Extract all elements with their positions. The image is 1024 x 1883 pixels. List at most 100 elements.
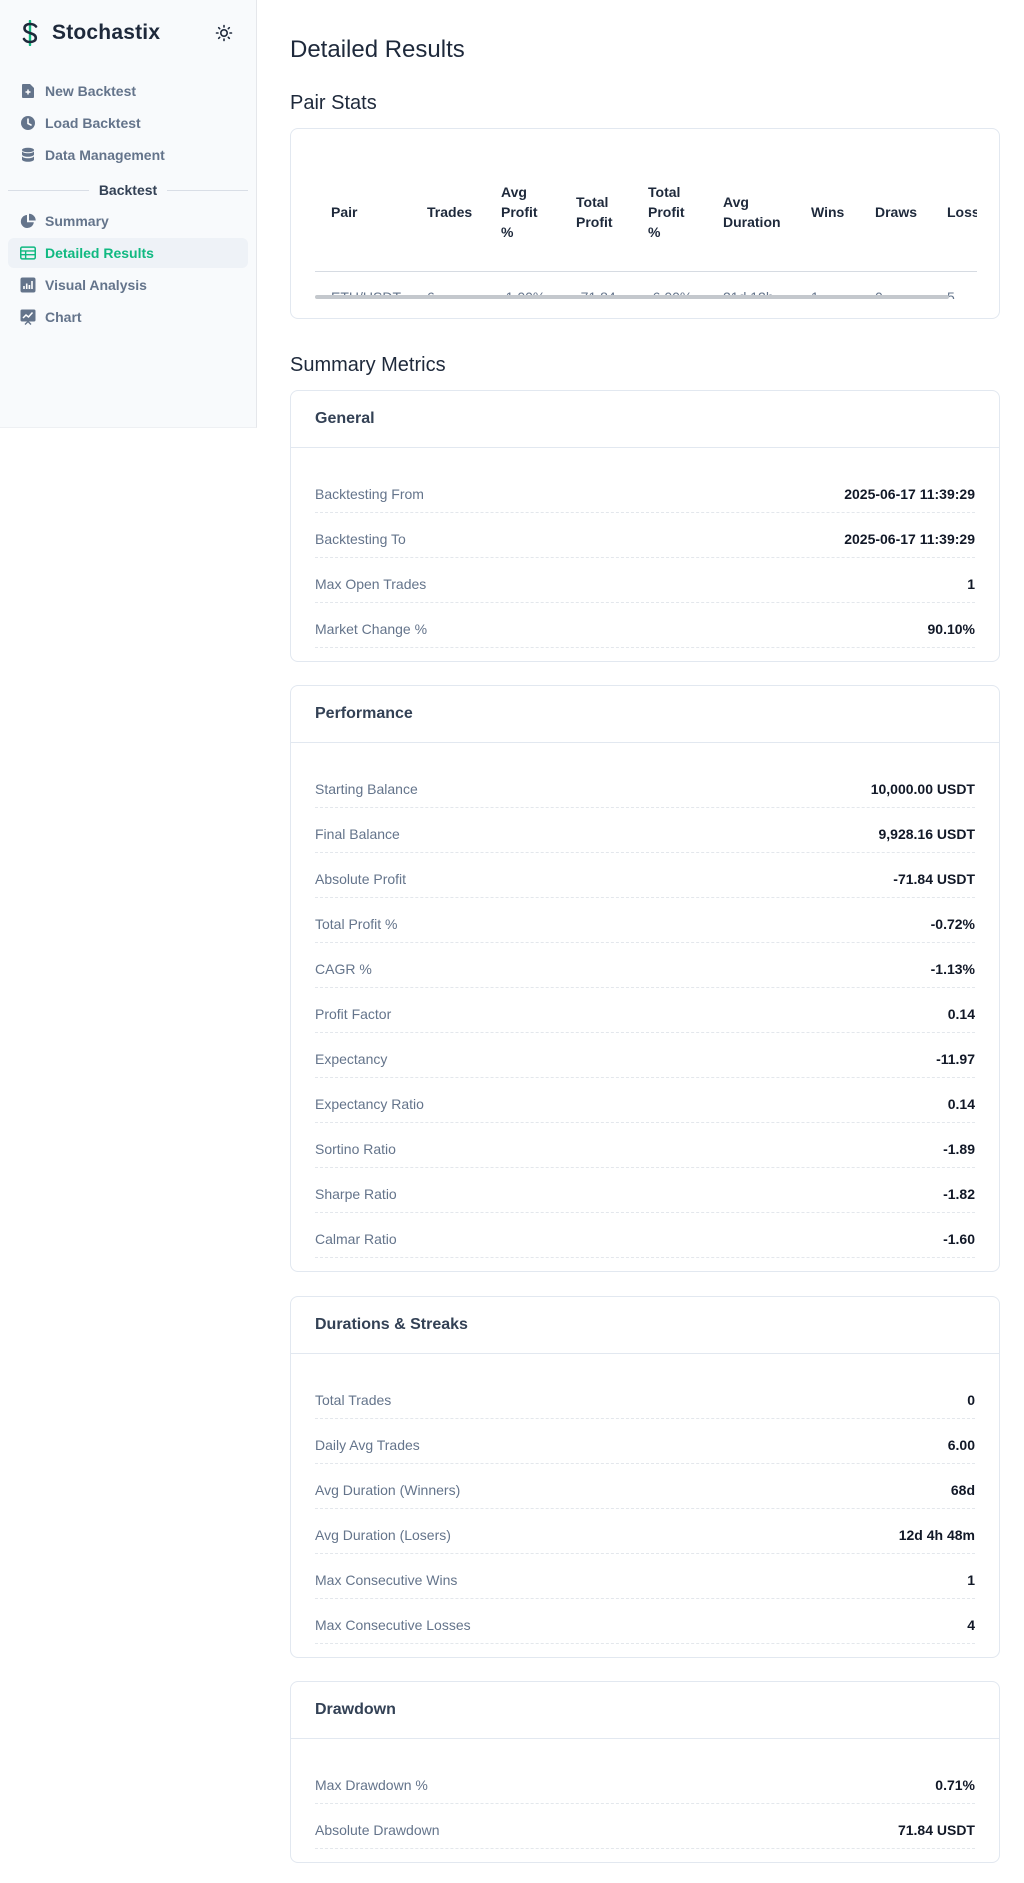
metric-label: Backtesting To [315, 531, 406, 547]
column-header[interactable]: Avg Profit % [485, 153, 560, 272]
bar-chart-icon [20, 277, 36, 293]
horizontal-scrollbar[interactable] [315, 295, 949, 299]
metric-label: Daily Avg Trades [315, 1437, 420, 1453]
divider-line [8, 189, 89, 191]
pie-chart-icon [20, 213, 36, 229]
metric-label: Sharpe Ratio [315, 1186, 397, 1202]
sidebar-item-load-backtest[interactable]: Load Backtest [8, 108, 248, 138]
column-header[interactable]: Draws [859, 153, 931, 272]
metric-value: 0.14 [947, 1096, 975, 1112]
metric-value: -1.13% [930, 961, 975, 977]
sidebar-item-label: Chart [45, 309, 82, 325]
metric-row: Avg Duration (Losers) 12d 4h 48m [315, 1509, 975, 1554]
sidebar-item-new-backtest[interactable]: New Backtest [8, 76, 248, 106]
metric-row: Backtesting To 2025-06-17 11:39:29 [315, 513, 975, 558]
metric-label: Calmar Ratio [315, 1231, 397, 1247]
metric-value: 2025-06-17 11:39:29 [844, 486, 975, 502]
metric-value: 1 [967, 1572, 975, 1588]
performance-card: Performance Starting Balance 10,000.00 US… [290, 685, 1000, 1272]
metric-row: Total Profit % -0.72% [315, 898, 975, 943]
metric-label: Expectancy Ratio [315, 1096, 424, 1112]
card-title: Drawdown [291, 1682, 999, 1739]
section-label: Backtest [98, 182, 158, 198]
metric-label: Max Consecutive Wins [315, 1572, 458, 1588]
metric-value: 10,000.00 USDT [870, 781, 975, 797]
metric-row: Calmar Ratio -1.60 [315, 1213, 975, 1258]
drawdown-card: Drawdown Max Drawdown % 0.71% Absolute Dr… [290, 1681, 1000, 1863]
metric-value: 0.71% [935, 1777, 975, 1793]
metric-row: Avg Duration (Winners) 68d [315, 1464, 975, 1509]
sidebar-item-label: New Backtest [45, 83, 137, 99]
brand[interactable]: Stochastix [20, 20, 160, 46]
card-title: Performance [291, 686, 999, 743]
metric-list: Total Trades 0 Daily Avg Trades 6.00 Avg D… [291, 1354, 999, 1644]
metric-label: Starting Balance [315, 781, 418, 797]
pair-stats-title: Pair Stats [290, 92, 377, 114]
metric-row: Max Open Trades 1 [315, 558, 975, 603]
column-header[interactable]: Avg Duration [707, 153, 795, 272]
metric-row: Daily Avg Trades 6.00 [315, 1419, 975, 1464]
sidebar-item-chart[interactable]: Chart [8, 302, 248, 332]
sidebar-item-data-management[interactable]: Data Management [8, 140, 248, 170]
metric-list: Backtesting From 2025-06-17 11:39:29 Back… [291, 448, 999, 648]
summary-metrics-title: Summary Metrics [290, 354, 446, 376]
file-plus-icon [20, 83, 36, 99]
metric-label: Profit Factor [315, 1006, 392, 1022]
metric-value: 0 [967, 1392, 975, 1408]
sidebar-item-detailed-results[interactable]: Detailed Results [8, 238, 248, 268]
metric-label: Absolute Drawdown [315, 1822, 440, 1838]
metric-row: Total Trades 0 [315, 1374, 975, 1419]
durations-streaks-card: Durations & Streaks Total Trades 0 Daily … [290, 1296, 1000, 1658]
sidebar-item-summary[interactable]: Summary [8, 206, 248, 236]
metric-label: Backtesting From [315, 486, 424, 502]
table-icon [20, 245, 36, 261]
metric-value: 2025-06-17 11:39:29 [844, 531, 975, 547]
metric-label: Final Balance [315, 826, 400, 842]
sidebar-item-label: Visual Analysis [45, 277, 147, 293]
sun-icon [215, 24, 233, 42]
metric-value: 6.00 [947, 1437, 975, 1453]
metric-label: Max Consecutive Losses [315, 1617, 471, 1633]
metric-row: Expectancy -11.97 [315, 1033, 975, 1078]
theme-toggle-button[interactable] [213, 22, 235, 44]
metric-row: Sortino Ratio -1.89 [315, 1123, 975, 1168]
metric-value: 4 [967, 1617, 975, 1633]
metric-label: Market Change % [315, 621, 428, 637]
column-header[interactable]: Trades [411, 153, 485, 272]
metric-row: Max Consecutive Wins 1 [315, 1554, 975, 1599]
metric-row: Max Consecutive Losses 4 [315, 1599, 975, 1644]
sidebar-item-label: Summary [45, 213, 109, 229]
metric-label: Total Profit % [315, 916, 398, 932]
column-header[interactable]: Total Profit [560, 153, 632, 272]
metric-row: Sharpe Ratio -1.82 [315, 1168, 975, 1213]
card-title: General [291, 391, 999, 448]
metric-value: 68d [950, 1482, 975, 1498]
metric-label: Avg Duration (Winners) [315, 1482, 461, 1498]
metric-label: CAGR % [315, 961, 372, 977]
metric-row: Final Balance 9,928.16 USDT [315, 808, 975, 853]
line-chart-icon [20, 309, 36, 325]
metric-value: 71.84 USDT [897, 1822, 975, 1838]
sidebar-item-label: Load Backtest [45, 115, 141, 131]
sidebar-item-label: Data Management [45, 147, 165, 163]
column-header[interactable]: Total Profit % [632, 153, 707, 272]
general-card: General Backtesting From 2025-06-17 11:39… [290, 390, 1000, 662]
metric-value: -11.97 [936, 1051, 975, 1067]
metric-value: -1.82 [943, 1186, 975, 1202]
app-name: Stochastix [52, 21, 161, 44]
metric-label: Absolute Profit [315, 871, 407, 887]
metric-value: 9,928.16 USDT [878, 826, 976, 842]
pair-stats-table-wrapper[interactable]: Pair Trades Avg Profit % Total Profit To… [315, 153, 977, 299]
column-header[interactable]: Pair [315, 153, 411, 272]
sidebar-item-visual-analysis[interactable]: Visual Analysis [8, 270, 248, 300]
sidebar-nav: New Backtest Load Backtest Data Manageme… [8, 76, 248, 334]
sidebar-item-label: Detailed Results [45, 245, 154, 261]
metric-value: 1 [967, 576, 975, 592]
sidebar: Stochastix New Backtest Load Backtest Da… [0, 0, 257, 428]
metric-row: Absolute Drawdown 71.84 USDT [315, 1804, 975, 1849]
column-header[interactable]: Losses [931, 153, 977, 272]
column-header[interactable]: Wins [795, 153, 859, 272]
metric-label: Max Open Trades [315, 576, 427, 592]
divider-line [167, 189, 248, 191]
metric-value: -0.72% [930, 916, 975, 932]
